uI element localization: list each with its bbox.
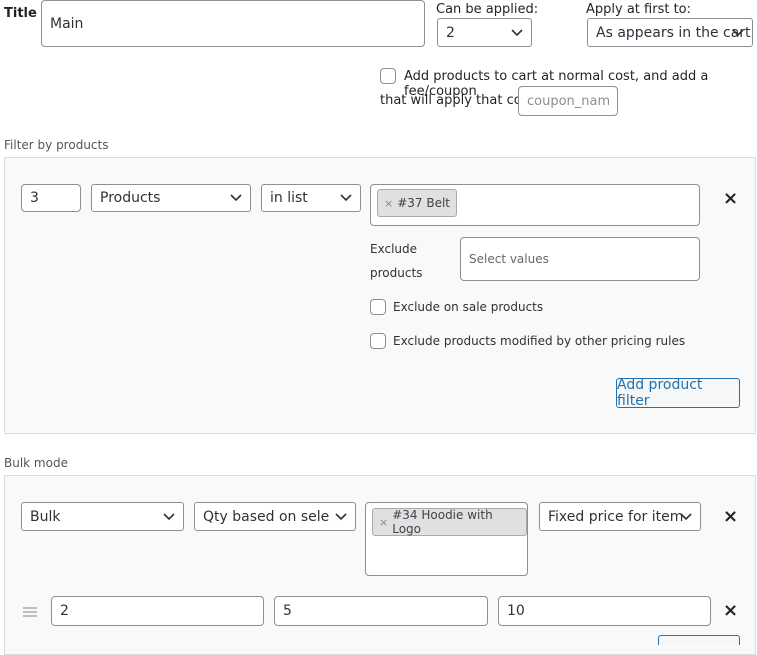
price-type-value: Fixed price for item — [548, 508, 684, 525]
apply-first-value: As appears in the cart — [596, 24, 751, 41]
exclude-on-sale-label: Exclude on sale products — [393, 300, 544, 314]
close-icon: × — [723, 506, 739, 527]
exclude-modified-checkbox[interactable] — [370, 333, 386, 349]
range-to-value: 5 — [283, 603, 292, 619]
bulk-products-select[interactable]: × #34 Hoodie with Logo — [365, 502, 528, 576]
filter-section-label: Filter by products — [4, 138, 109, 152]
bulk-section-label: Bulk mode — [4, 456, 68, 470]
qty-based-select[interactable]: Qty based on selected products — [194, 502, 356, 531]
can-be-applied-label: Can be applied: — [436, 2, 539, 17]
chevron-down-icon — [732, 28, 744, 37]
add-range-button[interactable] — [658, 635, 740, 645]
chevron-down-icon — [335, 512, 347, 521]
drag-handle-icon[interactable] — [22, 603, 38, 617]
bulk-mode-value: Bulk — [30, 508, 61, 525]
apply-first-label: Apply at first to: — [586, 2, 691, 17]
can-be-applied-select[interactable]: 2 — [437, 18, 532, 47]
coupon-name-input[interactable]: coupon_name — [518, 86, 618, 116]
remove-filter-button[interactable]: × — [723, 190, 738, 208]
chevron-down-icon — [230, 194, 242, 202]
add-product-filter-button[interactable]: Add product filter — [616, 377, 740, 409]
chevron-down-icon — [680, 512, 692, 521]
filter-method-value: in list — [270, 190, 308, 206]
exclude-on-sale-checkbox[interactable] — [370, 299, 386, 315]
title-label: Title — [4, 6, 37, 21]
title-input[interactable]: Main — [41, 0, 425, 47]
exclude-products-placeholder: Select values — [469, 252, 549, 266]
qty-based-value: Qty based on selected products — [203, 508, 329, 525]
can-be-applied-value: 2 — [446, 24, 455, 41]
selected-product-tag-label: #37 Belt — [397, 196, 451, 210]
add-products-normal-cost-checkbox[interactable] — [380, 68, 396, 84]
filter-method-select[interactable]: in list — [261, 184, 361, 212]
exclude-modified-label: Exclude products modified by other prici… — [393, 334, 686, 348]
coupon-name-placeholder: coupon_name — [527, 93, 609, 109]
add-product-filter-label: Add product filter — [617, 377, 703, 409]
filter-type-select[interactable]: Products — [91, 184, 251, 212]
range-value-value: 10 — [507, 603, 525, 619]
selected-product-tag[interactable]: × #34 Hoodie with Logo — [372, 508, 527, 536]
remove-tag-icon[interactable]: × — [384, 197, 393, 210]
range-from-value: 2 — [60, 603, 69, 619]
apply-first-select[interactable]: As appears in the cart — [587, 18, 753, 47]
selected-product-tag-label: #34 Hoodie with Logo — [392, 508, 493, 536]
exclude-label-2: products — [370, 266, 423, 280]
title-input-value: Main — [50, 15, 84, 32]
chevron-down-icon — [340, 194, 352, 202]
add-products-normal-cost-label-2: that will apply that cost — [380, 93, 534, 108]
close-icon: × — [723, 188, 739, 209]
exclude-products-select[interactable]: Select values — [460, 237, 700, 281]
filter-qty-value: 3 — [30, 190, 39, 206]
range-value-input[interactable]: 10 — [498, 596, 711, 626]
chevron-down-icon — [163, 512, 175, 521]
filter-qty-input[interactable]: 3 — [21, 184, 81, 212]
filter-products-select[interactable]: × #37 Belt — [370, 184, 700, 226]
remove-bulk-button[interactable]: × — [723, 508, 738, 526]
remove-range-button[interactable]: × — [723, 602, 738, 620]
price-type-select[interactable]: Fixed price for item — [539, 502, 701, 531]
range-from-input[interactable]: 2 — [51, 596, 264, 626]
close-icon: × — [723, 600, 739, 621]
selected-product-tag[interactable]: × #37 Belt — [377, 189, 458, 217]
filter-type-value: Products — [100, 190, 161, 206]
range-to-input[interactable]: 5 — [274, 596, 488, 626]
chevron-down-icon — [511, 28, 523, 37]
exclude-label: Exclude — [370, 242, 418, 256]
bulk-mode-select[interactable]: Bulk — [21, 502, 184, 531]
remove-tag-icon[interactable]: × — [379, 516, 388, 529]
